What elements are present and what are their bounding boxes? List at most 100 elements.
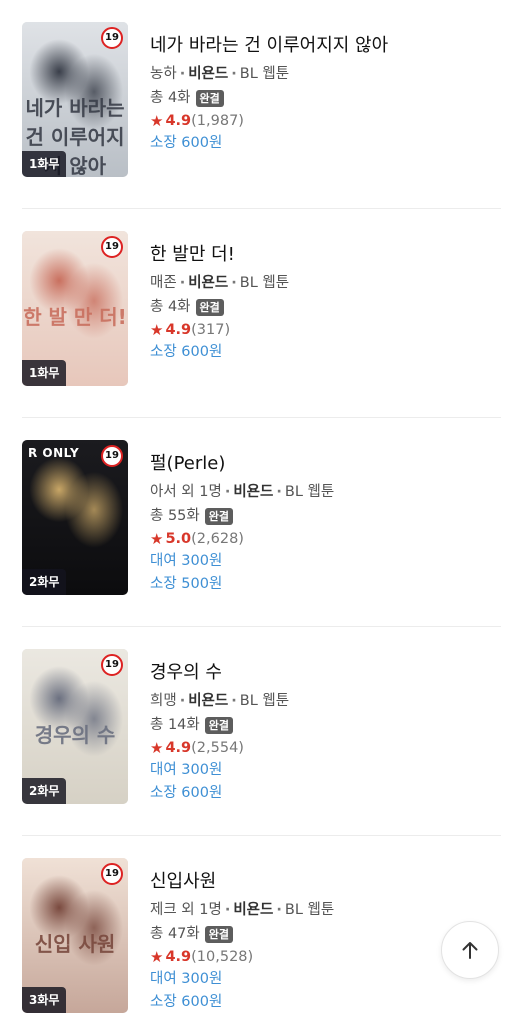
publisher[interactable]: 비욘드	[233, 902, 273, 918]
item-title[interactable]: 한 발만 더!	[150, 243, 503, 267]
author[interactable]: 아서 외 1명	[150, 484, 222, 500]
item-info: 한 발만 더! 매존 · 비욘드 · BL 웹툰 총 4화 완결 ★ 4.9 (317) 소장 600…	[150, 243, 503, 363]
rating-count: (1,987)	[191, 113, 244, 129]
completed-badge: 완결	[204, 716, 233, 734]
price-label: 대여 300원	[150, 553, 223, 569]
rating-count: (2,554)	[191, 740, 244, 756]
separator-dot: ·	[231, 66, 237, 82]
category: BL 웹툰	[239, 275, 290, 291]
rating: ★ 4.9 (1,987)	[150, 111, 503, 131]
episode-count: 총 47화	[150, 926, 200, 942]
author[interactable]: 제크 외 1명	[150, 902, 222, 918]
rating-score: 4.9	[165, 949, 192, 965]
rating: ★ 4.9 (2,554)	[150, 738, 503, 758]
webtoon-item[interactable]: R ONLY 19 2화무 펄(Perle) 아서 외 1명 · 비욘드 · BL 웹툰 총 55…	[0, 418, 523, 627]
publisher[interactable]: 비욘드	[188, 693, 228, 709]
separator-dot: ·	[231, 275, 237, 291]
episode-info: 총 4화 완결	[150, 88, 503, 108]
item-meta: 아서 외 1명 · 비욘드 · BL 웹툰	[150, 482, 503, 502]
cover-title-art: 경우의 수	[34, 723, 116, 747]
separator-dot: ·	[276, 902, 282, 918]
r-only-label: R ONLY	[28, 446, 80, 460]
item-info: 네가 바라는 건 이루어지지 않아 농하 · 비욘드 · BL 웹툰 총 4화 완결 ★ 4.9(…	[150, 34, 503, 154]
rating-count: (317)	[191, 322, 231, 338]
episode-info: 총 55화 완결	[150, 506, 503, 526]
age-rating-badge: 19	[101, 654, 123, 676]
episode-count: 총 14화	[150, 717, 200, 733]
cover-image[interactable]: 네가 바라는 건 이루어지지 않아 19 1화무	[22, 22, 128, 177]
separator-dot: ·	[224, 902, 231, 918]
webtoon-item[interactable]: 한 발 만 더! 19 1화무 한 발만 더! 매존 · 비욘드 · BL 웹툰 총 4화 완결 ★ 4…	[0, 209, 523, 418]
rating-count: (10,528)	[191, 949, 254, 965]
price-label: 소장 600원	[150, 344, 223, 360]
free-episodes-badge: 1화무	[22, 360, 67, 386]
separator-dot: ·	[179, 275, 186, 291]
item-meta: 매존 · 비욘드 · BL 웹툰	[150, 273, 503, 293]
free-episodes-badge: 2화무	[22, 569, 67, 595]
separator-dot: ·	[179, 693, 186, 709]
price-label: 소장 600원	[150, 135, 223, 151]
price-label: 소장 600원	[150, 994, 223, 1010]
category: BL 웹툰	[239, 66, 290, 82]
publisher[interactable]: 비욘드	[188, 275, 228, 291]
age-rating-badge: 19	[101, 27, 123, 49]
free-episodes-badge: 2화무	[22, 778, 67, 804]
age-rating-badge: 19	[101, 236, 123, 258]
age-rating-badge: 19	[101, 445, 123, 467]
cover-title-art: 한 발 만 더!	[23, 305, 127, 329]
item-meta: 제크 외 1명 · 비욘드 · BL 웹툰	[150, 900, 503, 920]
separator-dot: ·	[179, 66, 186, 82]
free-episodes-badge: 1화무	[22, 151, 67, 177]
item-info: 경우의 수 희맹 · 비욘드 · BL 웹툰 총 14화 완결 ★ 4.9 (2,554) 대여 30…	[150, 661, 503, 804]
publisher[interactable]: 비욘드	[233, 484, 273, 500]
episode-info: 총 4화 완결	[150, 297, 503, 317]
webtoon-list: 네가 바라는 건 이루어지지 않아 19 1화무 네가 바라는 건 이루어지지 않아 농…	[0, 0, 523, 1024]
completed-badge: 완결	[195, 298, 224, 316]
price-label: 소장 600원	[150, 785, 223, 801]
item-title[interactable]: 신입사원	[150, 870, 503, 894]
cover-image[interactable]: 경우의 수 19 2화무	[22, 649, 128, 804]
completed-badge: 완결	[204, 925, 233, 943]
category: BL 웹툰	[284, 902, 335, 918]
publisher[interactable]: 비욘드	[188, 66, 228, 82]
cover-image[interactable]: R ONLY 19 2화무	[22, 440, 128, 595]
separator-dot: ·	[231, 693, 237, 709]
webtoon-item[interactable]: 신입 사원 19 3화무 신입사원 제크 외 1명 · 비욘드 · BL 웹툰 총 47화 완결 ★ 4…	[0, 836, 523, 1024]
rating-score: 4.9	[165, 113, 192, 129]
category: BL 웹툰	[284, 484, 335, 500]
rating: ★ 4.9 (317)	[150, 320, 503, 340]
separator-dot: ·	[276, 484, 282, 500]
rating: ★ 5.0 (2,628)	[150, 529, 503, 549]
item-meta: 희맹 · 비욘드 · BL 웹툰	[150, 691, 503, 711]
cover-image[interactable]: 한 발 만 더! 19 1화무	[22, 231, 128, 386]
rating-count: (2,628)	[191, 531, 244, 547]
episode-count: 총 4화	[150, 90, 191, 106]
category: BL 웹툰	[239, 693, 290, 709]
author[interactable]: 매존	[150, 275, 177, 291]
scroll-to-top-button[interactable]	[441, 921, 499, 979]
item-title[interactable]: 경우의 수	[150, 661, 503, 685]
item-meta: 농하 · 비욘드 · BL 웹툰	[150, 64, 503, 84]
author[interactable]: 농하	[150, 66, 177, 82]
star-icon: ★	[150, 321, 164, 339]
star-icon: ★	[150, 739, 164, 757]
webtoon-item[interactable]: 네가 바라는 건 이루어지지 않아 19 1화무 네가 바라는 건 이루어지지 않아 농…	[0, 0, 523, 209]
free-episodes-badge: 3화무	[22, 987, 67, 1013]
star-icon: ★	[150, 530, 164, 548]
cover-title-art: 신입 사원	[34, 932, 116, 956]
separator-dot: ·	[224, 484, 231, 500]
star-icon: ★	[150, 112, 164, 130]
webtoon-item[interactable]: 경우의 수 19 2화무 경우의 수 희맹 · 비욘드 · BL 웹툰 총 14화 완결 ★ 4.9 (2…	[0, 627, 523, 836]
cover-image[interactable]: 신입 사원 19 3화무	[22, 858, 128, 1013]
item-title[interactable]: 펄(Perle)	[150, 452, 503, 476]
rating-score: 4.9	[165, 740, 192, 756]
price-label: 대여 300원	[150, 971, 223, 987]
episode-info: 총 14화 완결	[150, 715, 503, 735]
rating-score: 5.0	[165, 531, 192, 547]
age-rating-badge: 19	[101, 863, 123, 885]
star-icon: ★	[150, 948, 164, 966]
completed-badge: 완결	[204, 507, 233, 525]
author[interactable]: 희맹	[150, 693, 177, 709]
episode-count: 총 4화	[150, 299, 191, 315]
item-title[interactable]: 네가 바라는 건 이루어지지 않아	[150, 34, 503, 58]
